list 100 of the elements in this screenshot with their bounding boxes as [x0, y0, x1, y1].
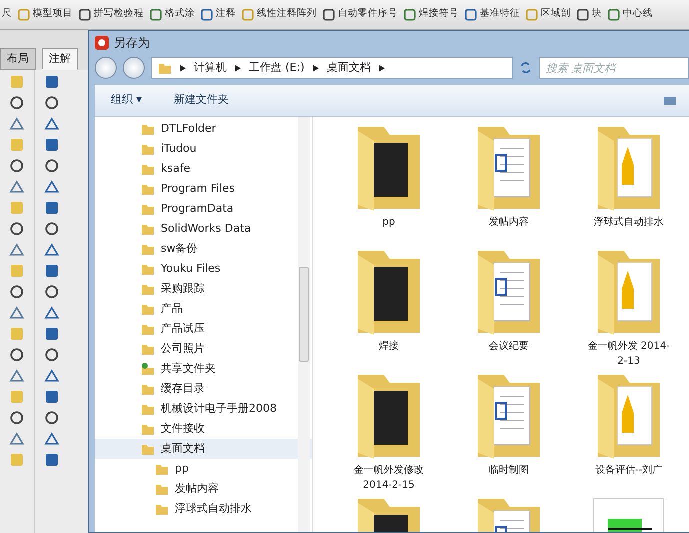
tool-icon[interactable] — [9, 221, 25, 237]
tool-icon[interactable] — [9, 347, 25, 363]
ribbon-button[interactable]: 区域剖 — [525, 7, 571, 22]
tool-icon[interactable] — [9, 116, 25, 132]
tree-item[interactable]: 发帖内容 — [95, 479, 312, 499]
tool-icon — [17, 8, 31, 22]
refresh-icon[interactable] — [519, 61, 533, 75]
breadcrumb-item[interactable]: 计算机 — [194, 60, 227, 76]
tool-icon[interactable] — [44, 326, 60, 342]
folder-icon — [141, 422, 155, 436]
chevron-icon[interactable] — [180, 64, 186, 72]
tool-icon[interactable] — [9, 305, 25, 321]
tool-icon[interactable] — [44, 137, 60, 153]
tool-icon[interactable] — [44, 74, 60, 90]
tree-item[interactable]: 文件接收 — [95, 419, 312, 439]
tree-item[interactable]: DTLFolder — [95, 119, 312, 139]
breadcrumb-item[interactable]: 工作盘 (E:) — [249, 60, 305, 76]
tree-item[interactable]: 共享文件夹 — [95, 359, 312, 379]
tree-item[interactable]: ProgramData — [95, 199, 312, 219]
tool-icon[interactable] — [9, 242, 25, 258]
folder-icon — [141, 442, 155, 456]
tool-icon[interactable] — [9, 158, 25, 174]
ribbon-button[interactable]: 尺 — [2, 7, 12, 22]
tool-icon[interactable] — [44, 116, 60, 132]
tool-icon[interactable] — [44, 284, 60, 300]
tool-icon — [322, 8, 336, 22]
tool-icon — [576, 8, 590, 22]
tool-icon[interactable] — [44, 431, 60, 447]
ribbon-button[interactable]: 基准特征 — [464, 7, 520, 22]
tool-icon[interactable] — [44, 221, 60, 237]
tree-item[interactable]: pp — [95, 459, 312, 479]
tool-icon[interactable] — [44, 158, 60, 174]
tool-icon — [607, 8, 621, 22]
file-name: 浮球式自动排水 — [593, 216, 665, 230]
tree-item[interactable]: 产品 — [95, 299, 312, 319]
folder-icon — [141, 262, 155, 276]
folder-icon — [141, 382, 155, 396]
ribbon-button[interactable]: 中心线 — [607, 7, 653, 22]
tool-icon[interactable] — [44, 95, 60, 111]
scrollbar[interactable] — [298, 117, 310, 532]
chevron-icon[interactable] — [378, 64, 385, 72]
dialog-title: 另存为 — [114, 35, 150, 52]
ribbon-button[interactable]: 格式涂 — [149, 7, 195, 22]
chevron-icon[interactable] — [235, 64, 241, 72]
tool-icon — [78, 8, 92, 22]
organize-menu[interactable]: 组织 ▾ — [107, 90, 146, 111]
folder-icon — [141, 282, 155, 296]
tool-icon[interactable] — [44, 179, 60, 195]
tool-icon[interactable] — [44, 263, 60, 279]
tool-icon[interactable] — [9, 284, 25, 300]
tree-item[interactable]: iTudou — [95, 139, 312, 159]
tool-icon[interactable] — [9, 410, 25, 426]
panel-tab[interactable]: 注解 — [42, 48, 78, 70]
tree-item[interactable]: 浮球式自动排水 — [95, 499, 312, 519]
tool-icon — [149, 8, 163, 22]
panel-tab[interactable]: 布局 — [0, 48, 36, 70]
address-bar[interactable]: 计算机 工作盘 (E:) 桌面文档 — [151, 57, 513, 79]
scrollbar-thumb[interactable] — [299, 267, 309, 362]
folder-icon — [141, 222, 155, 236]
search-field[interactable]: 搜索 桌面文档 — [539, 57, 689, 79]
forward-button[interactable] — [123, 57, 145, 79]
tree-item[interactable]: 采购跟踪 — [95, 279, 312, 299]
tool-icon[interactable] — [9, 95, 25, 111]
tree-item[interactable]: Program Files — [95, 179, 312, 199]
folder-icon — [155, 502, 169, 516]
tool-icon[interactable] — [44, 389, 60, 405]
tree-item[interactable]: 产品试压 — [95, 319, 312, 339]
tool-icon[interactable] — [44, 200, 60, 216]
tool-icon[interactable] — [44, 305, 60, 321]
folder-icon — [141, 202, 155, 216]
ribbon-button[interactable]: 块 — [576, 7, 602, 22]
folder-icon — [141, 342, 155, 356]
tool-icon[interactable] — [44, 368, 60, 384]
tree-item[interactable]: 缓存目录 — [95, 379, 312, 399]
tool-icon[interactable] — [44, 452, 60, 468]
ribbon-button[interactable]: 模型项目 — [17, 7, 73, 22]
chevron-icon[interactable] — [312, 64, 319, 72]
tool-icon[interactable] — [9, 431, 25, 447]
tree-item[interactable]: sw备份 — [95, 239, 312, 259]
new-folder-button[interactable]: 新建文件夹 — [170, 90, 234, 111]
tool-icon[interactable] — [44, 347, 60, 363]
ribbon-button[interactable]: 拼写检验程 — [78, 7, 144, 22]
tool-icon — [403, 8, 417, 22]
breadcrumb-item[interactable]: 桌面文档 — [326, 60, 371, 76]
tree-item[interactable]: 桌面文档 — [95, 439, 312, 459]
ribbon-button[interactable]: 注释 — [200, 7, 236, 22]
tree-item[interactable]: Youku Files — [95, 259, 312, 279]
ribbon-button[interactable]: 焊接符号 — [403, 7, 459, 22]
tree-item[interactable]: 公司照片 — [95, 339, 312, 359]
ribbon-button[interactable]: 线性注释阵列 — [241, 7, 317, 22]
tool-icon[interactable] — [44, 410, 60, 426]
tree-item[interactable]: 机械设计电子手册2008 — [95, 399, 312, 419]
tree-item[interactable]: ksafe — [95, 159, 312, 179]
ribbon-button[interactable]: 自动零件序号 — [322, 7, 398, 22]
tree-item[interactable]: SolidWorks Data — [95, 219, 312, 239]
tool-icon[interactable] — [44, 242, 60, 258]
tool-icon[interactable] — [9, 368, 25, 384]
back-button[interactable] — [95, 57, 117, 79]
tool-icon[interactable] — [9, 179, 25, 195]
folder-icon — [141, 302, 155, 316]
